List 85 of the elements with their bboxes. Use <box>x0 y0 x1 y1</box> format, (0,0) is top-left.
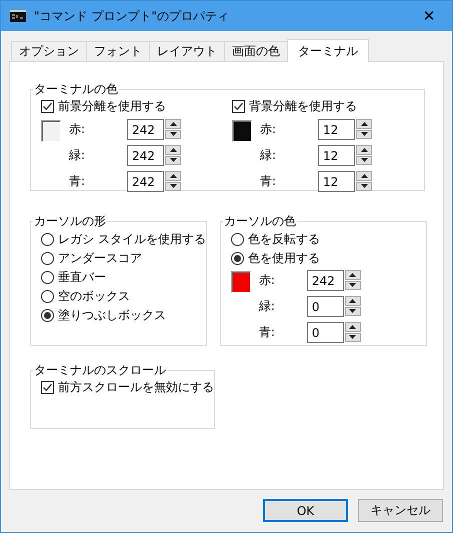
spin-down-button[interactable] <box>356 130 372 139</box>
up-arrow-icon <box>360 174 368 178</box>
window-title: "コマンド プロンプト"のプロパティ <box>34 8 230 24</box>
channel-label: 青: <box>69 173 86 190</box>
down-arrow-icon <box>360 184 368 188</box>
group-title: カーソルの形 <box>33 213 107 230</box>
spin-up-button[interactable] <box>165 145 181 154</box>
number-field[interactable]: 12 <box>318 145 355 166</box>
spin-down-button[interactable] <box>165 156 181 165</box>
down-arrow-icon <box>349 283 356 288</box>
number-field[interactable]: 0 <box>306 296 344 317</box>
group-title: カーソルの色 <box>222 213 297 230</box>
up-arrow-icon <box>349 324 356 329</box>
radio-button[interactable] <box>41 252 54 265</box>
number-field[interactable]: 12 <box>318 119 355 140</box>
close-button[interactable]: ✕ <box>406 1 452 31</box>
up-arrow-icon <box>349 298 356 303</box>
checkbox[interactable] <box>41 100 54 113</box>
number-field[interactable]: 12 <box>318 171 355 192</box>
radio-button[interactable] <box>41 233 54 246</box>
spin-down-button[interactable] <box>344 306 361 316</box>
ok-button[interactable]: OK <box>263 499 348 522</box>
radio-button[interactable] <box>41 309 54 322</box>
radio-button[interactable] <box>41 290 54 303</box>
spin-down-button[interactable] <box>356 156 372 165</box>
console-icon <box>10 10 26 22</box>
radio-button[interactable] <box>230 252 244 265</box>
spin-up-button[interactable] <box>165 119 181 128</box>
checkbox-label[interactable]: 背景分離を使用する <box>249 98 357 115</box>
channel-label: 緑: <box>258 298 276 315</box>
channel-label: 赤: <box>260 121 278 138</box>
radio-label[interactable]: レガシ スタイルを使用する <box>58 231 206 248</box>
spin-down-button[interactable] <box>356 182 372 191</box>
down-arrow-icon <box>170 132 176 136</box>
radio-label[interactable]: 色を使用する <box>248 250 320 267</box>
up-arrow-icon <box>170 174 176 178</box>
radio-label[interactable]: アンダースコア <box>58 250 142 267</box>
number-field[interactable]: 242 <box>127 119 164 140</box>
spin-up-button[interactable] <box>344 296 361 306</box>
number-field[interactable]: 242 <box>127 171 164 192</box>
radio-label[interactable]: 色を反転する <box>248 231 320 248</box>
channel-label: 青: <box>260 173 278 190</box>
channel-label: 緑: <box>69 147 86 164</box>
radio-label[interactable]: 垂直バー <box>58 269 106 286</box>
spin-up-button[interactable] <box>356 171 372 180</box>
spin-up-button[interactable] <box>165 171 181 180</box>
spin-up-button[interactable] <box>356 119 372 128</box>
radio-label[interactable]: 塗りつぶしボックス <box>58 307 166 324</box>
tab[interactable]: オプション <box>11 41 87 61</box>
checkbox[interactable] <box>41 381 54 394</box>
checkbox-label[interactable]: 前景分離を使用する <box>58 98 166 115</box>
spin-up-button[interactable] <box>356 145 372 154</box>
spin-down-button[interactable] <box>165 130 181 139</box>
radio-button[interactable] <box>230 233 244 246</box>
channel-label: 青: <box>258 324 276 341</box>
spin-down-button[interactable] <box>344 280 361 290</box>
checkbox-label[interactable]: 前方スクロールを無効にする <box>58 379 214 396</box>
down-arrow-icon <box>360 158 368 162</box>
spin-up-button[interactable] <box>344 322 361 332</box>
up-arrow-icon <box>360 148 368 152</box>
up-arrow-icon <box>170 122 176 126</box>
checkbox[interactable] <box>232 100 245 113</box>
spin-down-button[interactable] <box>344 332 361 342</box>
group-title: ターミナルの色 <box>33 81 119 98</box>
spin-down-button[interactable] <box>165 182 181 191</box>
down-arrow-icon <box>349 309 356 314</box>
down-arrow-icon <box>349 335 356 340</box>
up-arrow-icon <box>349 272 356 277</box>
cancel-button[interactable]: キャンセル <box>358 499 443 522</box>
radio-label[interactable]: 空のボックス <box>58 288 130 305</box>
radio-button[interactable] <box>41 271 54 284</box>
group-title: ターミナルのスクロール <box>33 362 167 379</box>
number-field[interactable]: 0 <box>306 322 344 343</box>
number-field[interactable]: 242 <box>306 270 344 291</box>
up-arrow-icon <box>360 122 368 126</box>
tab[interactable]: ターミナル <box>287 39 369 62</box>
channel-label: 赤: <box>258 272 276 289</box>
channel-label: 赤: <box>69 121 86 138</box>
down-arrow-icon <box>170 184 176 188</box>
down-arrow-icon <box>360 132 368 136</box>
number-field[interactable]: 242 <box>127 145 164 166</box>
up-arrow-icon <box>170 148 176 152</box>
spin-up-button[interactable] <box>344 270 361 280</box>
channel-label: 緑: <box>260 147 278 164</box>
down-arrow-icon <box>170 158 176 162</box>
